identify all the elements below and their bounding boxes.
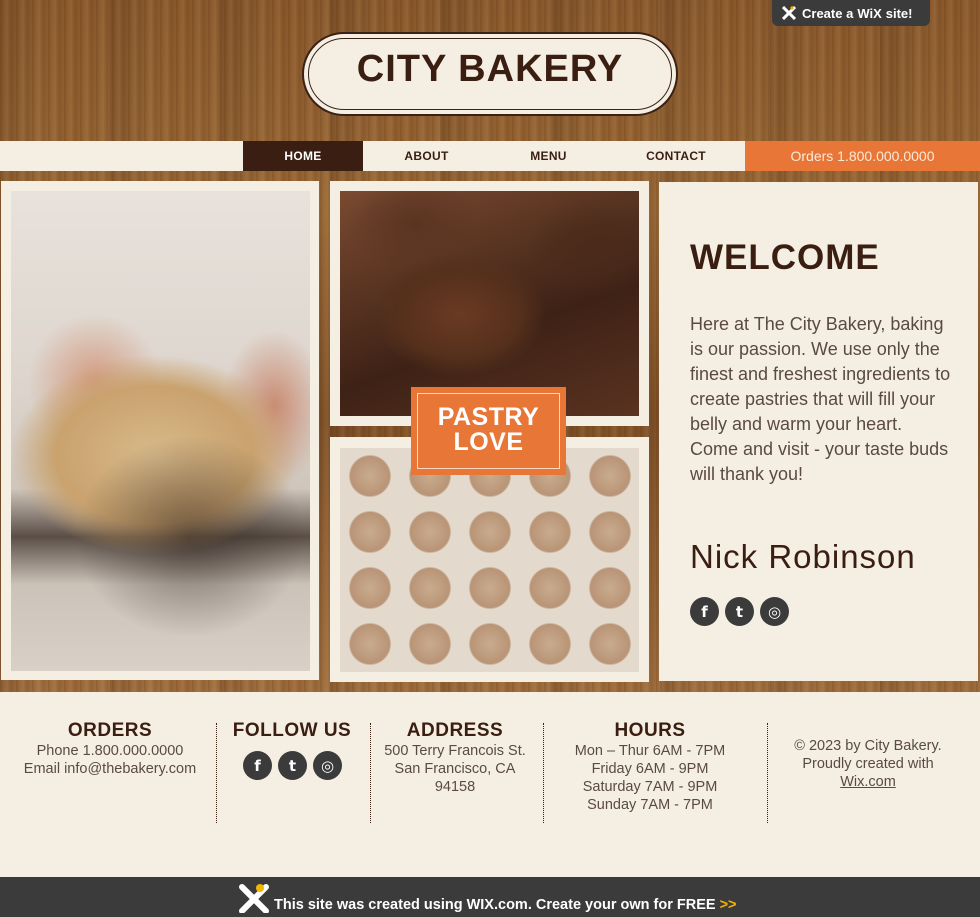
footer-divider [543, 723, 544, 823]
instagram-icon[interactable]: ◎ [313, 751, 342, 780]
footer-divider [370, 723, 371, 823]
footer-hours-line1: Mon – Thur 6AM - 7PM [574, 743, 726, 759]
footer-divider [216, 723, 217, 823]
footer-address: ADDRESS 500 Terry Francois St. San Franc… [375, 720, 535, 796]
footer-follow-title: FOLLOW US [232, 720, 352, 741]
wix-create-badge[interactable]: Create a WiX site! [772, 0, 930, 26]
footer-address-title: ADDRESS [406, 720, 504, 741]
nav-item-menu[interactable]: MENU [490, 141, 607, 171]
footer-hours-title: HOURS [614, 720, 686, 741]
wix-badge-prefix: Create a [802, 5, 854, 21]
wix-logo-icon [238, 883, 270, 917]
nav-item-contact[interactable]: CONTACT [607, 141, 745, 171]
footer-copyright-line2: Proudly created with [802, 756, 934, 772]
twitter-icon[interactable]: t [278, 751, 307, 780]
site-logo-text: CITY BAKERY [356, 48, 624, 90]
instagram-icon[interactable]: ◎ [760, 597, 789, 626]
wix-badge-suffix: site! [885, 5, 913, 21]
signature: Nick Robinson [690, 538, 916, 575]
main-nav: HOME ABOUT MENU CONTACT [243, 141, 745, 171]
wix-bottom-arrows: >> [719, 897, 737, 913]
footer-copyright: © 2023 by City Bakery. Proudly created w… [775, 737, 961, 791]
wix-logo-icon [782, 6, 796, 20]
nav-item-home[interactable]: HOME [243, 141, 363, 171]
pastry-badge-line2: LOVE [453, 428, 524, 456]
welcome-body: Here at The City Bakery, baking is our p… [690, 314, 951, 484]
pastry-love-text: PASTRY LOVE [411, 405, 566, 455]
pastry-love-badge: PASTRY LOVE [411, 387, 566, 475]
site-logo[interactable]: CITY BAKERY [302, 32, 678, 116]
welcome-title: WELCOME [690, 238, 880, 277]
footer-hours-line4: Sunday 7AM - 7PM [587, 797, 713, 813]
footer-address-line3: 94158 [434, 779, 476, 795]
cookies-photo [340, 448, 639, 672]
footer-orders-title: ORDERS [67, 720, 153, 741]
footer-hours-line2: Friday 6AM - 9PM [591, 761, 709, 777]
footer-hours: HOURS Mon – Thur 6AM - 7PM Friday 6AM - … [550, 720, 750, 814]
welcome-social-row: f t ◎ [690, 597, 789, 626]
wix-bottom-message: This site was created using WIX.com. Cre… [274, 897, 716, 913]
footer-orders: ORDERS Phone 1.800.000.0000 Email info@t… [10, 720, 210, 778]
welcome-card: WELCOME Here at The City Bakery, baking … [659, 182, 978, 681]
footer-orders-email: Email info@thebakery.com [23, 761, 197, 777]
footer-divider [767, 723, 768, 823]
footer-social-row: f t ◎ [243, 751, 342, 780]
dough-photo [11, 191, 310, 671]
wix-link[interactable]: Wix.com [775, 773, 961, 791]
footer-copyright-line1: © 2023 by City Bakery. [794, 738, 942, 754]
facebook-icon[interactable]: f [690, 597, 719, 626]
twitter-icon[interactable]: t [725, 597, 754, 626]
facebook-icon[interactable]: f [243, 751, 272, 780]
footer-address-line2: San Francisco, CA [394, 761, 516, 777]
footer-orders-phone: Phone 1.800.000.0000 [36, 743, 184, 759]
wix-badge-brand: WiX [857, 5, 882, 21]
footer-follow: FOLLOW US [222, 720, 362, 742]
muffin-photo [340, 191, 639, 416]
footer-hours-line3: Saturday 7AM - 9PM [582, 779, 718, 795]
wix-bottom-text: This site was created using WIX.com. Cre… [274, 897, 737, 913]
pastry-badge-line1: PASTRY [437, 403, 540, 431]
footer-address-line1: 500 Terry Francois St. [384, 743, 526, 759]
dough-photo-frame [1, 181, 319, 680]
nav-item-about[interactable]: ABOUT [363, 141, 490, 171]
nav-spacer [0, 141, 243, 171]
nav-orders-phone[interactable]: Orders 1.800.000.0000 [745, 141, 980, 171]
wix-bottom-bar[interactable]: This site was created using WIX.com. Cre… [0, 877, 980, 917]
